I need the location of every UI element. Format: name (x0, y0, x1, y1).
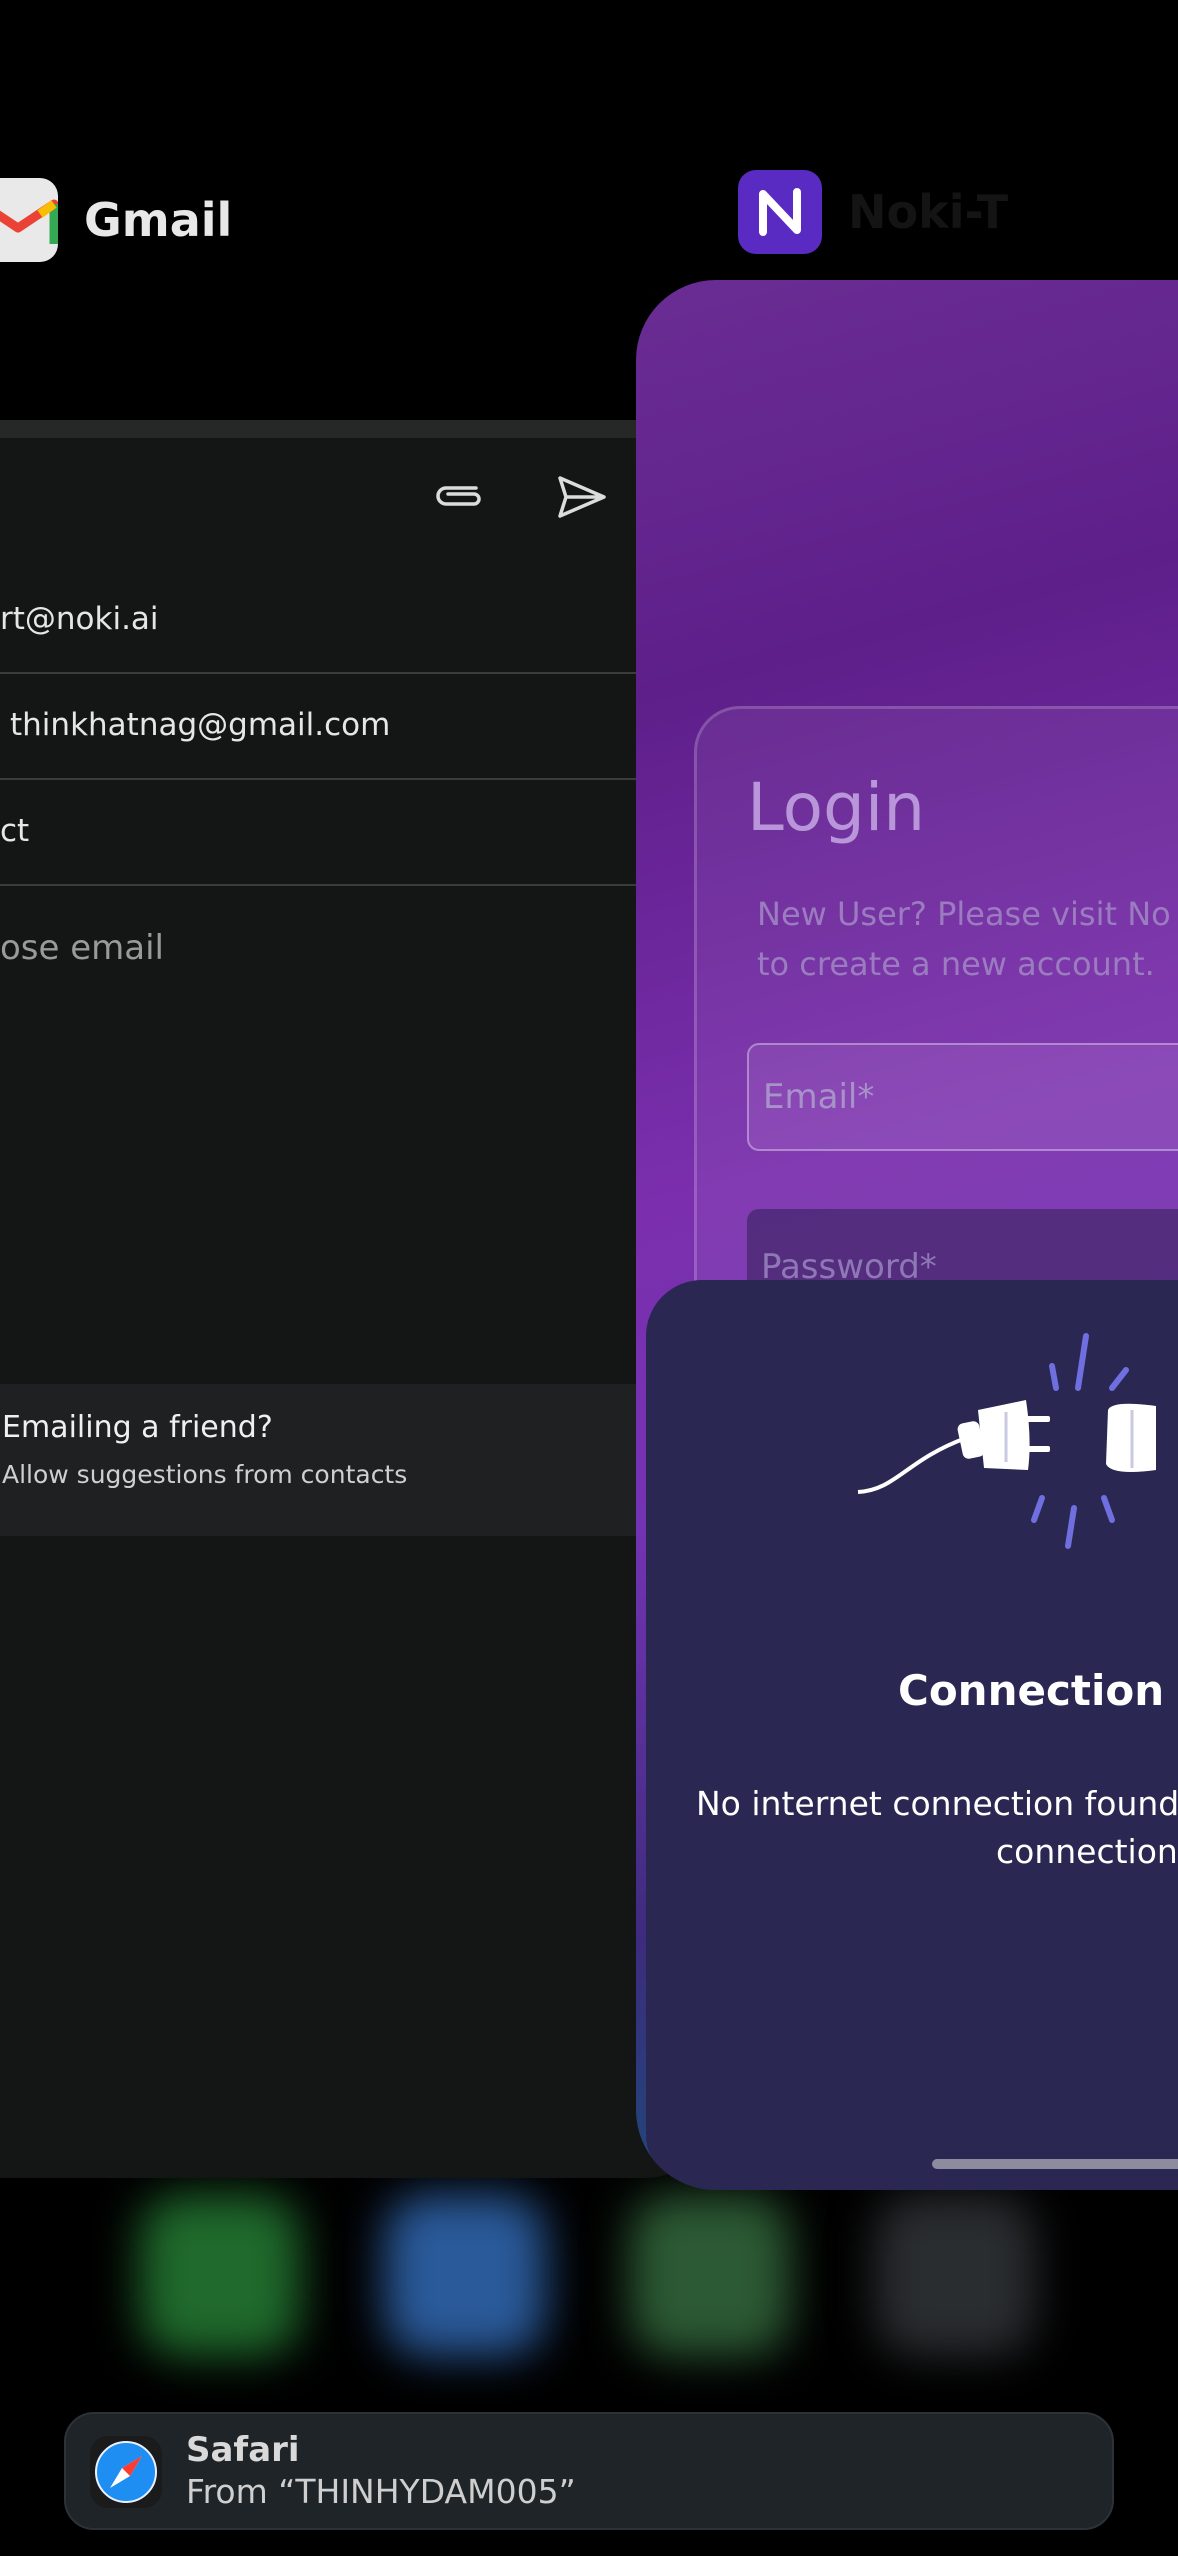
email-input[interactable]: Email* (747, 1043, 1178, 1151)
safari-icon (90, 2436, 162, 2508)
app-switcher: Gmail rt@noki.ai thinkhatnag@gmail.com c… (0, 0, 1178, 2556)
gmail-icon (0, 178, 58, 262)
suggestion-title: Emailing a friend? (2, 1410, 273, 1445)
subject-field[interactable]: ct (0, 778, 700, 886)
login-subtitle: New User? Please visit No to create a ne… (757, 889, 1178, 989)
to-value: thinkhatnag@gmail.com (10, 707, 391, 743)
dialog-message-line2: connection. (996, 1832, 1178, 1871)
noki-app-card[interactable]: Login New User? Please visit No to creat… (636, 280, 1178, 2190)
from-field[interactable]: rt@noki.ai (0, 566, 700, 674)
dock-app-music-icon (875, 2195, 1035, 2355)
dock-app-messages-icon (630, 2195, 790, 2355)
subject-value: ct (0, 813, 30, 849)
gmail-app-card[interactable]: rt@noki.ai thinkhatnag@gmail.com ct ose … (0, 290, 710, 2178)
login-subtitle-line2: to create a new account. (757, 945, 1155, 983)
gmail-toolbar-divider (0, 420, 710, 438)
handoff-banner[interactable]: Safari From “THINHYDAM005” (64, 2412, 1114, 2530)
attachment-icon[interactable] (432, 476, 488, 520)
email-placeholder: Email* (763, 1077, 875, 1117)
home-indicator[interactable] (932, 2159, 1178, 2169)
contact-suggestion-banner[interactable]: Emailing a friend? Allow suggestions fro… (0, 1384, 710, 1536)
send-icon[interactable] (556, 474, 608, 524)
dialog-message-line1: No internet connection found. I (696, 1784, 1178, 1823)
handoff-app-name: Safari (186, 2430, 300, 2470)
gmail-app-title: Gmail (84, 193, 233, 247)
unplugged-icon (856, 1330, 1178, 1574)
login-title: Login (747, 769, 926, 846)
handoff-source: From “THINHYDAM005” (186, 2472, 576, 2511)
login-subtitle-line1: New User? Please visit No (757, 895, 1171, 933)
suggestion-subtitle: Allow suggestions from contacts (2, 1460, 408, 1489)
gmail-app-label[interactable]: Gmail (0, 178, 232, 262)
dialog-title: Connection Lo (898, 1666, 1178, 1715)
from-value: rt@noki.ai (0, 601, 159, 637)
to-field[interactable]: thinkhatnag@gmail.com (0, 672, 700, 780)
noki-logo-icon (738, 170, 822, 254)
compose-body-input[interactable]: ose email (0, 928, 164, 968)
dock-app-phone-icon (140, 2195, 300, 2355)
noki-app-title: Noki-T (848, 185, 1009, 239)
gmail-status-area (0, 290, 710, 420)
dock-app-safari-icon (385, 2195, 545, 2355)
noki-app-label[interactable]: Noki-T (738, 170, 1008, 254)
connection-lost-dialog: Connection Lo No internet connection fou… (646, 1280, 1178, 2190)
